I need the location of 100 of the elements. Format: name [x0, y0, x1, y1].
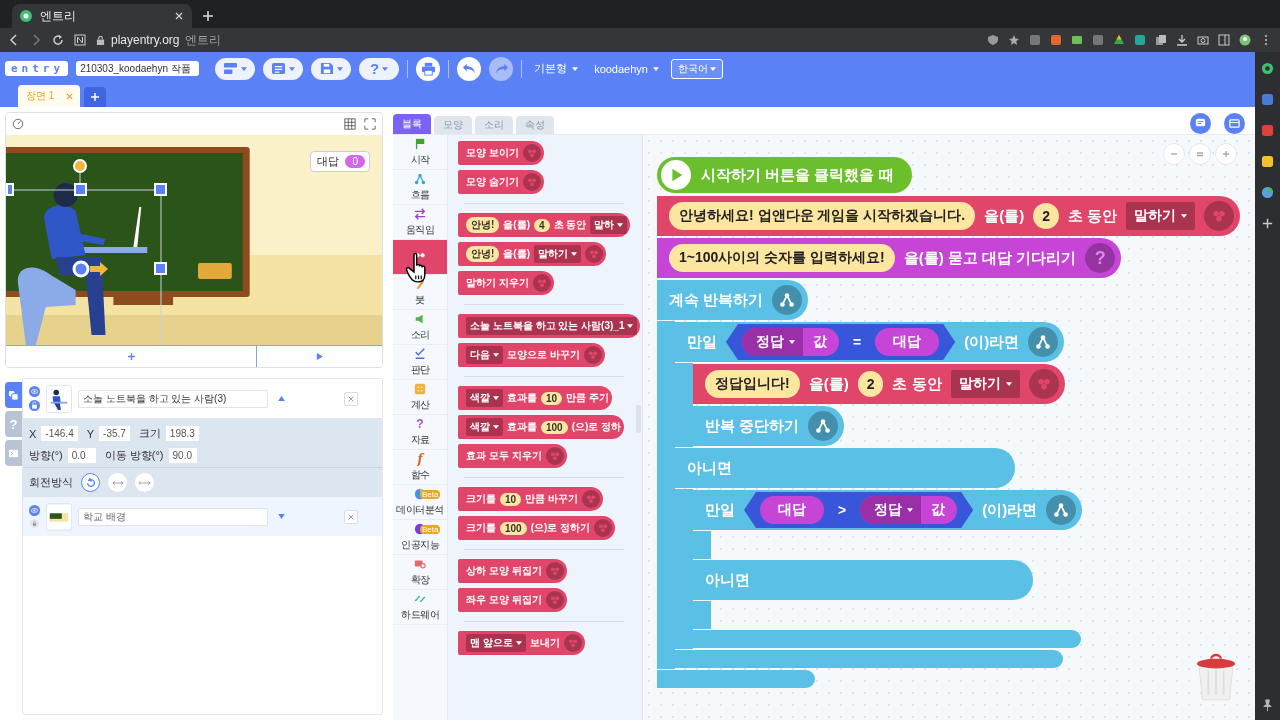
download-icon[interactable] [1176, 34, 1188, 46]
star-icon[interactable] [1008, 34, 1020, 46]
category-item[interactable]: f 함수 [393, 450, 447, 485]
category-item[interactable]: 판단 [393, 345, 447, 380]
code-block[interactable]: 모양 보이기 [458, 141, 544, 165]
category-item[interactable]: 흐름 [393, 170, 447, 205]
condition-block[interactable]: 정답 값 = 대답 [726, 324, 956, 360]
dropdown[interactable]: 색깔 [466, 418, 503, 436]
zoom-reset-button[interactable] [1189, 143, 1211, 165]
code-block[interactable]: 안녕! 을(를) 4 초 동안 말하 [458, 213, 631, 237]
bookmark-icon[interactable] [74, 34, 86, 46]
object-name-field[interactable]: 소놀 노트북을 하고 있는 사람(3) [78, 389, 268, 408]
code-block[interactable]: 색깔 효과를 10 만큼 주기 [458, 386, 612, 410]
dropdown[interactable]: 정답 [860, 496, 922, 524]
dropdown[interactable]: 정답 [742, 328, 803, 356]
extension-icon[interactable] [1261, 186, 1274, 199]
number-input[interactable]: 2 [1033, 203, 1060, 229]
minimap-button[interactable] [1224, 112, 1245, 134]
rotation-option[interactable] [81, 473, 100, 492]
toolbar-button[interactable] [311, 57, 352, 80]
dropdown[interactable]: 말하기 [534, 245, 581, 263]
code-block[interactable]: 만일 대답 > 정답 값 (이)라면 [693, 490, 1083, 530]
triangle-icon[interactable] [278, 514, 285, 519]
comment-button[interactable] [1190, 112, 1211, 134]
fullscreen-icon[interactable] [364, 118, 376, 130]
undo-button[interactable] [457, 56, 482, 81]
property-field[interactable]: 0.0 [67, 448, 96, 463]
number-input[interactable]: 2 [857, 371, 884, 397]
address-bar[interactable]: playentry.org 엔트리 [96, 31, 222, 49]
category-item[interactable]: 확장 [393, 555, 447, 590]
category-item[interactable]: 계산 [393, 380, 447, 415]
lock-icon[interactable] [30, 519, 39, 528]
number-input[interactable]: 10 [500, 492, 522, 506]
trash-icon[interactable] [1195, 652, 1237, 702]
profile-icon[interactable] [1239, 34, 1251, 46]
menu-button[interactable]: 기본형 [530, 61, 583, 76]
dropdown[interactable]: 맨 앞으로 [466, 634, 526, 652]
sidebar-icon[interactable] [1218, 34, 1230, 46]
rotation-option[interactable] [108, 473, 127, 492]
reporter-block[interactable]: 대답 [760, 496, 824, 524]
extension-icon[interactable] [1071, 34, 1083, 46]
extension-icon[interactable] [1261, 93, 1274, 106]
number-input[interactable]: 100 [500, 521, 527, 535]
extension-icon[interactable] [1261, 155, 1274, 168]
variable-block[interactable]: 정답 값 [742, 328, 839, 356]
extension-icon[interactable] [1134, 34, 1146, 46]
pin-icon[interactable] [1261, 699, 1274, 712]
code-block[interactable]: 소놀 노트북을 하고 있는 사람(3)_1 [458, 314, 641, 338]
add-scene-button[interactable] [84, 87, 106, 107]
back-icon[interactable] [8, 34, 20, 46]
code-block[interactable]: 크기를 10 만큼 바꾸기 [458, 487, 603, 511]
browser-tab[interactable]: 엔트리 [12, 4, 192, 28]
code-block[interactable]: 정답입니다! 을(를) 2 초 동안 말하기 [693, 364, 1065, 404]
visibility-icon[interactable] [29, 386, 40, 397]
project-name-field[interactable]: 210303_koodaehyn 작품 [76, 61, 200, 76]
dropdown[interactable]: 색깔 [466, 389, 503, 407]
condition-block[interactable]: 대답 > 정답 값 [744, 492, 974, 528]
property-field[interactable]: -35.7 [99, 426, 130, 441]
code-block[interactable]: 1~100사이의 숫자를 입력하세요! 을(를) 묻고 대답 기다리기 ? [657, 238, 1122, 278]
category-item[interactable]: Beta 데이터분석 [393, 485, 447, 520]
code-block[interactable]: 좌우 모양 뒤집기 [458, 588, 567, 612]
number-input[interactable]: 100 [541, 420, 568, 434]
zoom-in-button[interactable] [1215, 143, 1237, 165]
category-item[interactable]: 소리 [393, 310, 447, 345]
palette-tab[interactable]: 블록 [393, 114, 431, 134]
dropdown[interactable]: 말하 [590, 216, 628, 234]
code-block[interactable]: 안녕! 을(를) 말하기 [458, 242, 606, 266]
property-field[interactable]: 198.3 [165, 426, 199, 441]
dropdown[interactable]: 다음 [466, 346, 503, 364]
category-item[interactable]: ? 자료 [393, 415, 447, 450]
toolbar-button[interactable] [215, 57, 256, 80]
dropdown[interactable]: 소놀 노트북을 하고 있는 사람(3)_1 [466, 317, 638, 335]
code-block[interactable]: 만일 정답 값 = 대답 (이)라면 [675, 322, 1065, 362]
side-tab[interactable] [5, 382, 22, 408]
triangle-icon[interactable] [278, 396, 285, 401]
text-input[interactable]: 1~100사이의 숫자를 입력하세요! [669, 244, 895, 272]
property-field[interactable]: -146.4 [41, 426, 78, 441]
menu-button[interactable]: koodaehyn [590, 62, 663, 75]
code-block[interactable]: 맨 앞으로 보내기 [458, 631, 585, 655]
category-item[interactable]: Beta 인공지능 [393, 520, 447, 555]
new-tab-icon[interactable] [202, 10, 214, 22]
add-icon[interactable] [1261, 217, 1274, 230]
grid-icon[interactable] [344, 118, 356, 130]
logo[interactable]: entry [5, 61, 69, 76]
extension-icon[interactable] [1261, 62, 1274, 75]
object-name-field[interactable]: 학교 배경 [78, 507, 268, 526]
code-block[interactable]: 상하 모양 뒤집기 [458, 559, 567, 583]
category-item[interactable]: 하드웨어 [393, 590, 447, 625]
delete-button[interactable] [344, 509, 358, 524]
side-tab[interactable] [5, 440, 22, 466]
number-input[interactable]: 4 [534, 218, 550, 232]
triangle-icon[interactable] [1113, 34, 1125, 46]
dropdown[interactable]: 말하기 [1126, 202, 1196, 230]
visibility-icon[interactable] [29, 505, 40, 516]
camera-icon[interactable] [1197, 34, 1209, 46]
text-input[interactable]: 안녕하세요! 업앤다운 게임을 시작하겠습니다. [669, 202, 976, 230]
code-block[interactable]: 모양 숨기기 [458, 170, 544, 194]
code-block[interactable]: 효과 모두 지우기 [458, 444, 567, 468]
lock-icon[interactable] [29, 400, 40, 411]
code-block[interactable]: 다음 모양으로 바꾸기 [458, 343, 605, 367]
